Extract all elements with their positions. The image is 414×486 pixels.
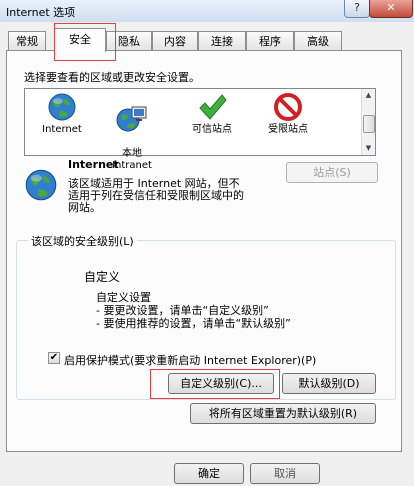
- protected-mode-label[interactable]: 启用保护模式(要求重新启动 Internet Explorer)(P): [64, 352, 316, 368]
- security-level-label: 该区域的安全级别(L): [28, 233, 137, 249]
- security-level-title: 自定义: [84, 270, 121, 284]
- zone-label: 受限站点: [268, 124, 308, 135]
- restricted-icon: [274, 93, 302, 121]
- tab-advanced[interactable]: 高级: [294, 31, 342, 50]
- default-level-button[interactable]: 默认级别(D): [282, 373, 376, 394]
- zone-label: 可信站点: [192, 124, 232, 135]
- zone-restricted[interactable]: 受限站点: [256, 92, 320, 136]
- checkmark-icon: ✔: [49, 352, 59, 363]
- zone-trusted[interactable]: 可信站点: [180, 92, 244, 136]
- tab-general[interactable]: 常规: [8, 31, 46, 50]
- zones-prompt: 选择要查看的区域或更改安全设置。: [24, 71, 200, 84]
- sites-button[interactable]: 站点(S): [286, 162, 378, 183]
- intranet-icon: [116, 106, 147, 132]
- ok-button[interactable]: 确定: [174, 463, 244, 484]
- scroll-up-arrow-icon[interactable]: ▲: [362, 89, 375, 101]
- selected-zone-name: Internet: [68, 158, 119, 171]
- level-description-line: - 要使用推荐的设置，请单击“默认级别”: [96, 317, 291, 330]
- button-highlight-annotation: [150, 369, 280, 399]
- tab-connections[interactable]: 连接: [198, 31, 246, 50]
- zone-internet[interactable]: Internet: [30, 92, 94, 136]
- globe-icon: [48, 93, 76, 121]
- zone-label: Internet: [42, 124, 82, 135]
- help-button[interactable]: ?: [344, 0, 370, 18]
- zones-scrollbar[interactable]: ▲ ▼: [361, 89, 375, 155]
- selected-zone-description: 该区域适用于 Internet 网站，但不适用于列在受信任和受限制区域中的网站。: [68, 177, 244, 214]
- protected-mode-checkbox[interactable]: ✔: [48, 352, 60, 364]
- tab-highlight-annotation: [54, 23, 116, 61]
- tab-content[interactable]: 内容: [152, 31, 198, 50]
- selected-zone-globe-icon: [24, 168, 58, 205]
- reset-all-zones-button[interactable]: 将所有区域重置为默认级别(R): [190, 403, 376, 424]
- cancel-button[interactable]: 取消: [250, 463, 320, 484]
- tab-programs[interactable]: 程序: [246, 31, 294, 50]
- scroll-thumb[interactable]: [363, 115, 375, 133]
- window-title: Internet 选项: [6, 6, 76, 19]
- checkmark-icon: [199, 94, 227, 120]
- close-button[interactable]: ✕: [369, 0, 413, 18]
- scroll-down-arrow-icon[interactable]: ▼: [362, 142, 375, 154]
